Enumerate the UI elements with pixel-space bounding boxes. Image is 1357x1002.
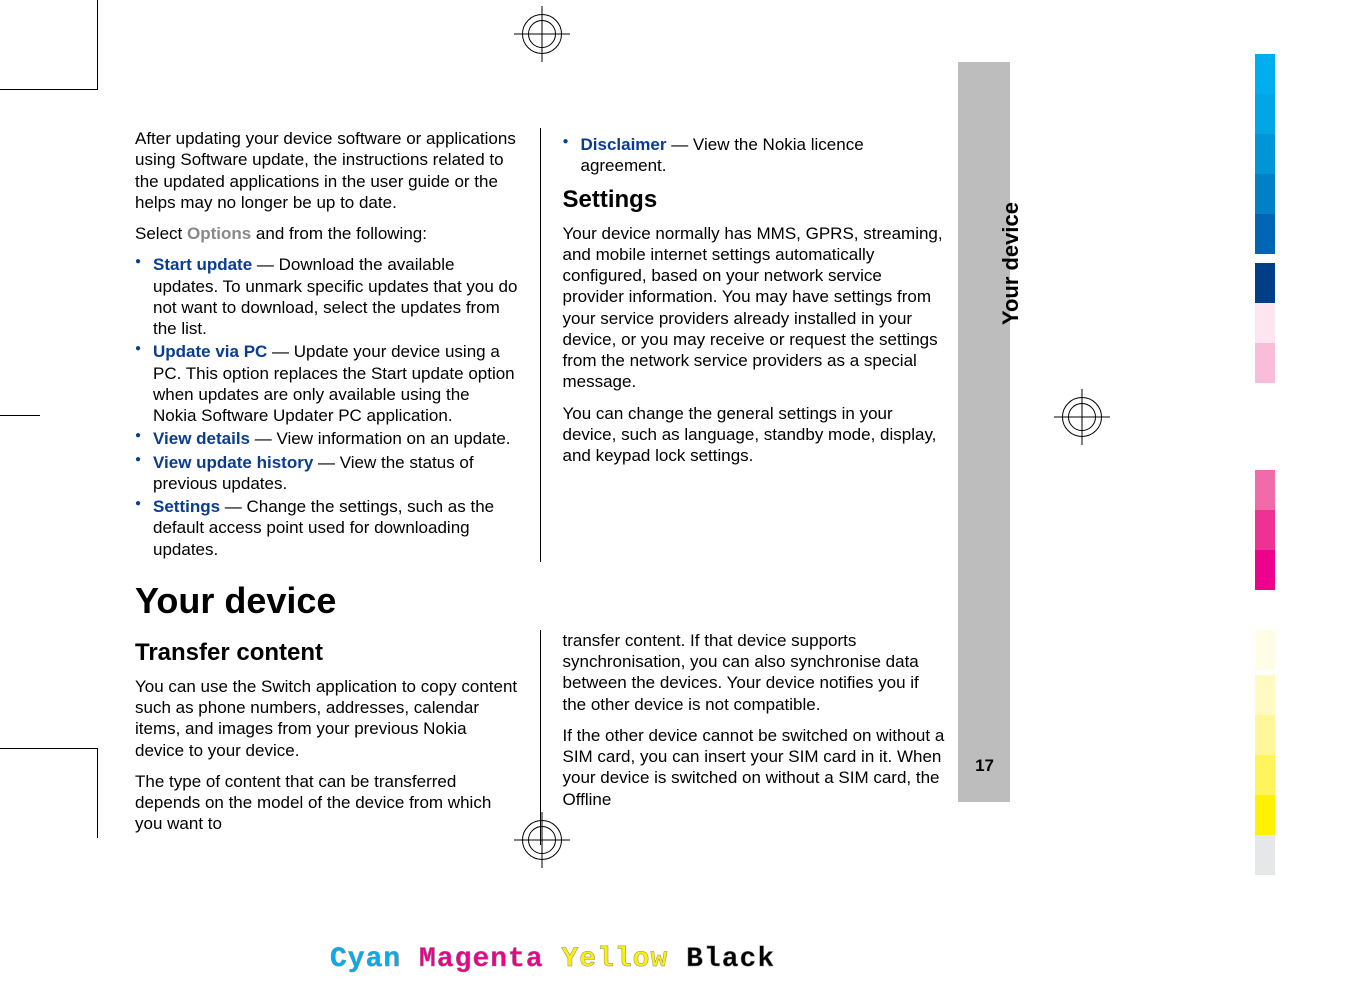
options-list-right: Disclaimer — View the Nokia licence agre… [562,134,945,177]
crop-mark-mid-left [0,415,40,416]
swatch [1255,263,1275,303]
swatch [1255,174,1275,214]
option-update-via-pc: Update via PC — Update your device using… [135,341,518,426]
options-list: Start update — Download the available up… [135,254,518,560]
color-swatches-yellow [1255,470,1275,670]
swatch [1255,343,1275,383]
cmyk-magenta: Magenta [419,944,544,975]
column-divider [540,630,541,845]
swatch [1255,470,1275,510]
swatch [1255,755,1275,795]
transfer-p1: You can use the Switch application to co… [135,676,518,761]
swatch [1255,54,1275,94]
option-start-update: Start update — Download the available up… [135,254,518,339]
swatch [1255,510,1275,550]
cmyk-footer: Cyan Magenta Yellow Black [330,944,775,975]
column-divider [540,128,541,562]
option-disclaimer: Disclaimer — View the Nokia licence agre… [562,134,945,177]
column-left-top: After updating your device software or a… [135,128,518,562]
select-line-c: and from the following: [251,224,427,243]
swatch [1255,214,1275,254]
option-name: Start update [153,255,252,274]
cmyk-yellow: Yellow [561,944,668,975]
settings-heading: Settings [562,185,945,215]
option-name: View details [153,429,250,448]
option-settings: Settings — Change the settings, such as … [135,496,518,560]
swatch [1255,94,1275,134]
crop-mark-bottom-left [0,748,98,838]
registration-mark-right [1060,395,1104,439]
swatch [1255,550,1275,590]
option-name: View update history [153,453,313,472]
swatch [1255,383,1275,423]
transfer-p2: The type of content that can be transfer… [135,771,518,835]
intro-paragraph: After updating your device software or a… [135,128,518,213]
transfer-p3: transfer content. If that device support… [562,630,945,715]
select-line-a: Select [135,224,187,243]
color-swatches-magenta [1255,263,1275,423]
registration-mark-top [520,12,564,56]
color-swatches-cyan [1255,54,1275,254]
option-view-details: View details — View information on an up… [135,428,518,449]
swatch [1255,795,1275,835]
swatch [1255,590,1275,630]
page-number: 17 [975,756,994,776]
side-tab-label: Your device [998,202,1024,325]
color-swatches-black [1255,675,1275,875]
swatch [1255,630,1275,670]
transfer-heading: Transfer content [135,638,518,668]
page-content: After updating your device software or a… [135,128,945,748]
column-right-top: Disclaimer — View the Nokia licence agre… [562,128,945,562]
side-tab: Your device 17 [958,62,1010,802]
column-right-bottom: transfer content. If that device support… [562,630,945,845]
crop-mark-top-left [0,0,98,90]
settings-paragraph-1: Your device normally has MMS, GPRS, stre… [562,223,945,393]
swatch [1255,134,1275,174]
swatch [1255,715,1275,755]
option-name: Settings [153,497,220,516]
settings-paragraph-2: You can change the general settings in y… [562,403,945,467]
transfer-p4: If the other device cannot be switched o… [562,725,945,810]
option-name: Disclaimer [580,135,666,154]
swatch [1255,303,1275,343]
swatch [1255,835,1275,875]
option-view-update-history: View update history — View the status of… [135,452,518,495]
section-heading-your-device: Your device [135,580,945,622]
column-left-bottom: Transfer content You can use the Switch … [135,630,518,845]
cmyk-black: Black [686,944,775,975]
options-word: Options [187,224,251,243]
option-name: Update via PC [153,342,267,361]
select-line: Select Options and from the following: [135,223,518,244]
cmyk-cyan: Cyan [330,944,401,975]
option-desc: — View information on an update. [250,429,511,448]
swatch [1255,675,1275,715]
